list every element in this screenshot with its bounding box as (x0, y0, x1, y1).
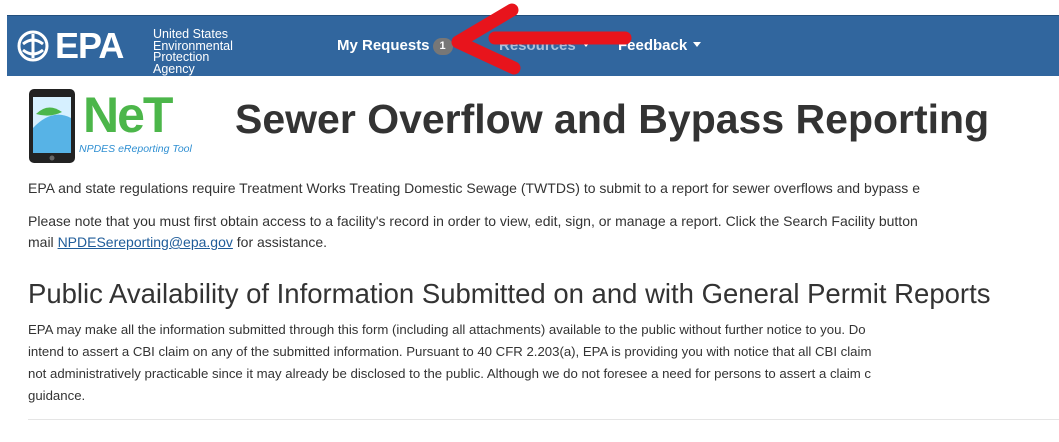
top-navbar: EPA United States Environmental Protecti… (7, 15, 1059, 76)
support-email-link[interactable]: NPDESereporting@epa.gov (58, 234, 233, 250)
epa-brand-text: EPA (55, 25, 124, 66)
epa-flower-icon (17, 30, 49, 62)
nav-feedback[interactable]: Feedback (618, 36, 702, 56)
intro-paragraph-2-line2: mail NPDESereporting@epa.gov for assista… (28, 234, 328, 250)
net-subtitle: NPDES eReporting Tool (79, 143, 192, 155)
chevron-down-icon (581, 42, 590, 47)
section-text-line: EPA may make all the information submitt… (28, 322, 866, 337)
net-logo: NeT NPDES eReporting Tool (28, 88, 228, 164)
net-wordmark: NeT (83, 87, 173, 143)
page-title: Sewer Overflow and Bypass Reporting (235, 96, 990, 142)
epa-logo[interactable]: EPA United States Environmental Protecti… (17, 26, 233, 74)
nav-my-requests[interactable]: My Requests 1 (337, 36, 453, 56)
intro-paragraph-1: EPA and state regulations require Treatm… (28, 180, 920, 196)
intro-paragraph-2-line1: Please note that you must first obtain a… (28, 213, 918, 229)
tablet-icon (29, 89, 75, 163)
section-text-line: intend to assert a CBI claim on any of t… (28, 344, 872, 359)
nav-resources[interactable]: Resources (499, 36, 590, 56)
chevron-down-icon (693, 42, 702, 47)
divider (28, 419, 1059, 420)
section-text-line: guidance. (28, 388, 86, 403)
requests-count-badge: 1 (432, 38, 453, 55)
section-heading: Public Availability of Information Submi… (28, 278, 991, 309)
agency-name: United States Environmental Protection A… (153, 27, 233, 76)
section-text-line: not administratively practicable since i… (28, 366, 871, 381)
